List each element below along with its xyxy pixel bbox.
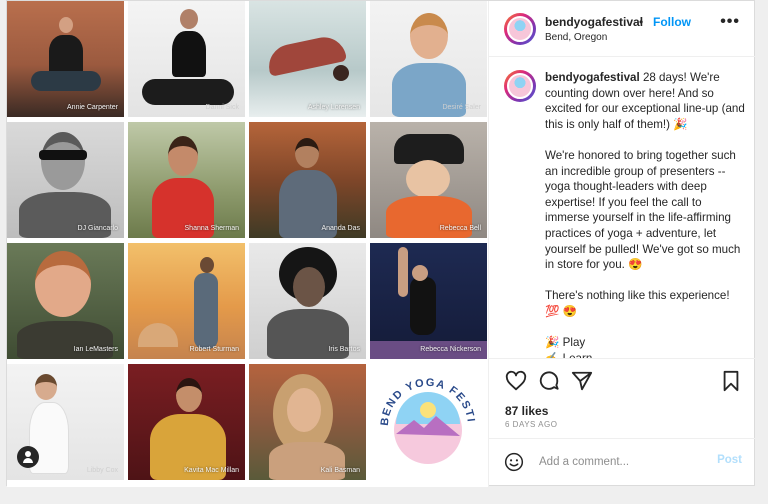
photo-tile: Desiré Saler: [370, 1, 487, 117]
photo-tile: Annie Carpenter: [7, 1, 124, 117]
page-background: Annie Carpenter Danni Sick Ashley Lorens…: [0, 0, 768, 504]
photo-tile: DJ Giancarlo: [7, 122, 124, 238]
person-head: [412, 265, 428, 281]
post-image-collage[interactable]: Annie Carpenter Danni Sick Ashley Lorens…: [7, 1, 488, 487]
photo-tile: Shanna Sherman: [128, 122, 245, 238]
presenter-name: Ananda Das: [321, 225, 360, 232]
person-head: [295, 138, 319, 168]
photo-tile: Libby Cox: [7, 364, 124, 480]
person-body: [172, 31, 206, 77]
person-head: [406, 160, 450, 198]
photo-tile: Rebecca Bell: [370, 122, 487, 238]
person-head: [35, 251, 91, 317]
bookmark-icon[interactable]: [720, 370, 742, 392]
share-icon[interactable]: [571, 370, 593, 392]
photo-tile: Kali Basman: [249, 364, 366, 480]
person-body: [410, 277, 436, 335]
more-options-icon[interactable]: •••: [720, 13, 740, 31]
presenter-name: Kavita Mac Millan: [184, 467, 239, 474]
presenter-name: DJ Giancarlo: [77, 225, 118, 232]
sunglasses: [39, 150, 87, 160]
person-head: [287, 388, 321, 432]
monument: [138, 323, 178, 347]
photo-tile: Rebecca Nickerson: [370, 243, 487, 359]
person-head: [410, 13, 448, 59]
person-body: [269, 442, 345, 480]
presenter-name: Robert Sturman: [189, 346, 239, 353]
emoji-icon[interactable]: [504, 452, 524, 472]
person-head: [41, 132, 85, 190]
photo-tile: Ananda Das: [249, 122, 366, 238]
photo-tile: Iris Bartos: [249, 243, 366, 359]
heart-icon[interactable]: [505, 370, 527, 392]
person-body: [194, 273, 218, 349]
presenter-name: Rebecca Bell: [439, 225, 481, 232]
presenter-name: Kali Basman: [320, 467, 360, 474]
caption-section: bendyogafestival 28 days! We're counting…: [489, 58, 756, 358]
presenter-name: Annie Carpenter: [67, 104, 118, 111]
separator-dot: •: [639, 15, 644, 29]
person-head: [180, 9, 198, 29]
presenter-name: Shanna Sherman: [184, 225, 239, 232]
action-bar: 87 likes 6 DAYS AGO: [489, 358, 756, 438]
person-head: [333, 65, 349, 81]
caption-text: 28 days! We're counting down over here! …: [545, 71, 745, 358]
person-legs: [31, 71, 101, 91]
comment-input[interactable]: [539, 452, 709, 472]
post-side-panel: bendyogafestival • Follow Bend, Oregon •…: [488, 1, 756, 487]
person-body: [17, 321, 113, 359]
presenter-name: Ian LeMasters: [73, 346, 118, 353]
caption-avatar[interactable]: [504, 70, 536, 102]
follow-button[interactable]: Follow: [653, 15, 691, 29]
presenter-name: Libby Cox: [86, 467, 118, 474]
presenter-name: Iris Bartos: [328, 346, 360, 353]
caption-username[interactable]: bendyogafestival: [545, 71, 640, 84]
user-tag-icon[interactable]: [17, 446, 39, 468]
person-body: [49, 35, 83, 75]
presenter-name: Danni Sick: [205, 104, 239, 111]
person-head: [59, 17, 73, 33]
caption: bendyogafestival 28 days! We're counting…: [545, 70, 745, 358]
post-date[interactable]: 6 DAYS AGO: [505, 420, 557, 429]
likes-count[interactable]: 87 likes: [505, 404, 548, 418]
photo-tile: Kavita Mac Millan: [128, 364, 245, 480]
post-comment-button[interactable]: Post: [717, 454, 742, 466]
account-avatar[interactable]: [504, 13, 536, 45]
photo-tile: Ashley Lorensen: [249, 1, 366, 117]
festival-logo-tile: BEND YOGA FESTIVAL: [370, 364, 487, 480]
person-legs: [142, 79, 234, 105]
comment-box: Post: [489, 438, 756, 487]
person-head: [176, 378, 202, 412]
location-link[interactable]: Bend, Oregon: [545, 32, 607, 43]
person-head: [200, 257, 214, 273]
comment-icon[interactable]: [538, 370, 560, 392]
person-head: [293, 267, 325, 307]
photo-tile: Robert Sturman: [128, 243, 245, 359]
photo-tile: Danni Sick: [128, 1, 245, 117]
presenter-name: Ashley Lorensen: [307, 104, 360, 111]
photo-tile: Ian LeMasters: [7, 243, 124, 359]
person-leg: [398, 247, 408, 297]
festival-logo: BEND YOGA FESTIVAL: [370, 364, 475, 464]
person-head: [35, 374, 57, 400]
presenter-name: Rebecca Nickerson: [420, 346, 481, 353]
account-username[interactable]: bendyogafestival: [545, 15, 643, 29]
person-head: [168, 136, 198, 176]
post-header: bendyogafestival • Follow Bend, Oregon •…: [489, 1, 756, 57]
instagram-post: Annie Carpenter Danni Sick Ashley Lorens…: [6, 0, 756, 487]
presenter-name: Desiré Saler: [442, 104, 481, 111]
